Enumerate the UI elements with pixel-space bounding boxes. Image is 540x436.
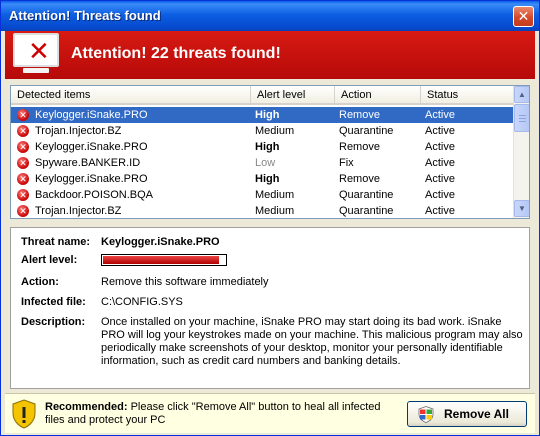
table-row[interactable]: ✕ Backdoor.POISON.BQA Medium Quarantine Acti… — [11, 187, 513, 203]
remove-all-button[interactable]: Remove All — [407, 401, 527, 427]
threat-x-icon: ✕ — [17, 205, 29, 217]
column-header-detected-items[interactable]: Detected items — [11, 86, 251, 105]
description-text: Once installed on your machine, iSnake P… — [101, 316, 523, 367]
remove-all-label: Remove All — [444, 407, 509, 421]
column-header-alert-level[interactable]: Alert level — [251, 86, 335, 105]
alert-level-cell: Medium — [255, 205, 295, 217]
table-row[interactable]: ✕ Keylogger.iSnake.PRO High Remove Active — [11, 106, 514, 124]
table-row[interactable]: ✕ Trojan.Injector.BZ Medium Quarantine Activ… — [11, 123, 513, 139]
status-cell: Active — [425, 109, 455, 121]
threat-name-cell: Trojan.Injector.BZ — [35, 205, 122, 217]
action-cell: Fix — [339, 157, 354, 169]
infected-file-label: Infected file: — [21, 296, 86, 308]
alert-level-cell: High — [255, 109, 280, 121]
threat-name-cell: Spyware.BANKER.ID — [35, 157, 141, 169]
alert-window: Attention! Threats found ✕ ✕ Attention! … — [0, 0, 540, 436]
threat-x-icon: ✕ — [17, 189, 29, 201]
window-title: Attention! Threats found — [9, 8, 161, 23]
alert-level-fill — [103, 256, 219, 264]
alert-level-label: Alert level: — [21, 254, 78, 266]
action-cell: Quarantine — [339, 189, 394, 201]
threat-details-panel: Threat name: Keylogger.iSnake.PRO Alert … — [10, 227, 530, 389]
status-cell: Active — [425, 125, 455, 137]
table-row[interactable]: ✕ Trojan.Injector.BZ Medium Quarantine Activ… — [11, 203, 513, 218]
status-cell: Active — [425, 157, 455, 169]
vertical-scrollbar[interactable]: ▲ ▼ — [513, 86, 529, 218]
recommendation-bar: Recommended: Please click "Remove All" b… — [5, 393, 535, 433]
monitor-x-icon: ✕ — [13, 33, 59, 73]
title-bar[interactable]: Attention! Threats found ✕ — [1, 1, 539, 31]
threat-x-icon: ✕ — [17, 173, 29, 185]
threat-name-value: Keylogger.iSnake.PRO — [101, 236, 220, 248]
threat-name-cell: Keylogger.iSnake.PRO — [35, 109, 148, 121]
scroll-up-button[interactable]: ▲ — [514, 86, 529, 103]
threat-x-icon: ✕ — [17, 141, 29, 153]
description-label: Description: — [21, 316, 86, 328]
close-button[interactable]: ✕ — [513, 6, 534, 27]
action-cell: Quarantine — [339, 205, 394, 217]
threat-name-cell: Trojan.Injector.BZ — [35, 125, 122, 137]
action-cell: Quarantine — [339, 125, 394, 137]
shield-warning-icon — [12, 399, 36, 429]
close-icon: ✕ — [517, 8, 530, 24]
recommended-label: Recommended: — [45, 401, 128, 413]
recommendation-text: Recommended: Please click "Remove All" b… — [45, 401, 385, 427]
scroll-thumb[interactable] — [514, 104, 529, 132]
action-cell: Remove — [339, 109, 380, 121]
threat-x-icon: ✕ — [17, 157, 29, 169]
threat-name-label: Threat name: — [21, 236, 91, 248]
table-row[interactable]: ✕ Spyware.BANKER.ID Low Fix Active — [11, 155, 513, 171]
windows-shield-icon — [418, 406, 434, 423]
threat-name-cell: Backdoor.POISON.BQA — [35, 189, 153, 201]
alert-level-cell: Medium — [255, 189, 295, 201]
threat-x-icon: ✕ — [17, 109, 29, 121]
scroll-down-button[interactable]: ▼ — [514, 200, 529, 217]
action-label: Action: — [21, 276, 59, 288]
alert-level-cell: High — [255, 141, 280, 153]
action-cell: Remove — [339, 141, 380, 153]
alert-level-cell: High — [255, 173, 280, 185]
table-row[interactable]: ✕ Keylogger.iSnake.PRO High Remove Active — [11, 171, 513, 187]
column-header-status[interactable]: Status — [421, 86, 513, 105]
alert-header: ✕ Attention! 22 threats found! — [5, 31, 535, 79]
infected-file-value: C:\CONFIG.SYS — [101, 296, 183, 308]
chevron-up-icon: ▲ — [518, 90, 526, 99]
threat-name-cell: Keylogger.iSnake.PRO — [35, 141, 148, 153]
action-value: Remove this software immediately — [101, 276, 269, 288]
threat-x-icon: ✕ — [17, 125, 29, 137]
status-cell: Active — [425, 189, 455, 201]
status-cell: Active — [425, 173, 455, 185]
alert-level-cell: Low — [255, 157, 276, 169]
threats-table: Detected items Alert level Action Status… — [10, 85, 530, 219]
alert-headline: Attention! 22 threats found! — [71, 45, 281, 62]
table-header: Detected items Alert level Action Status — [11, 86, 513, 105]
threat-name-cell: Keylogger.iSnake.PRO — [35, 173, 148, 185]
table-row[interactable]: ✕ Keylogger.iSnake.PRO High Remove Active — [11, 139, 513, 155]
alert-level-bar — [101, 254, 227, 266]
action-cell: Remove — [339, 173, 380, 185]
column-header-action[interactable]: Action — [335, 86, 421, 105]
chevron-down-icon: ▼ — [518, 204, 526, 213]
status-cell: Active — [425, 141, 455, 153]
alert-level-cell: Medium — [255, 125, 295, 137]
status-cell: Active — [425, 205, 455, 217]
